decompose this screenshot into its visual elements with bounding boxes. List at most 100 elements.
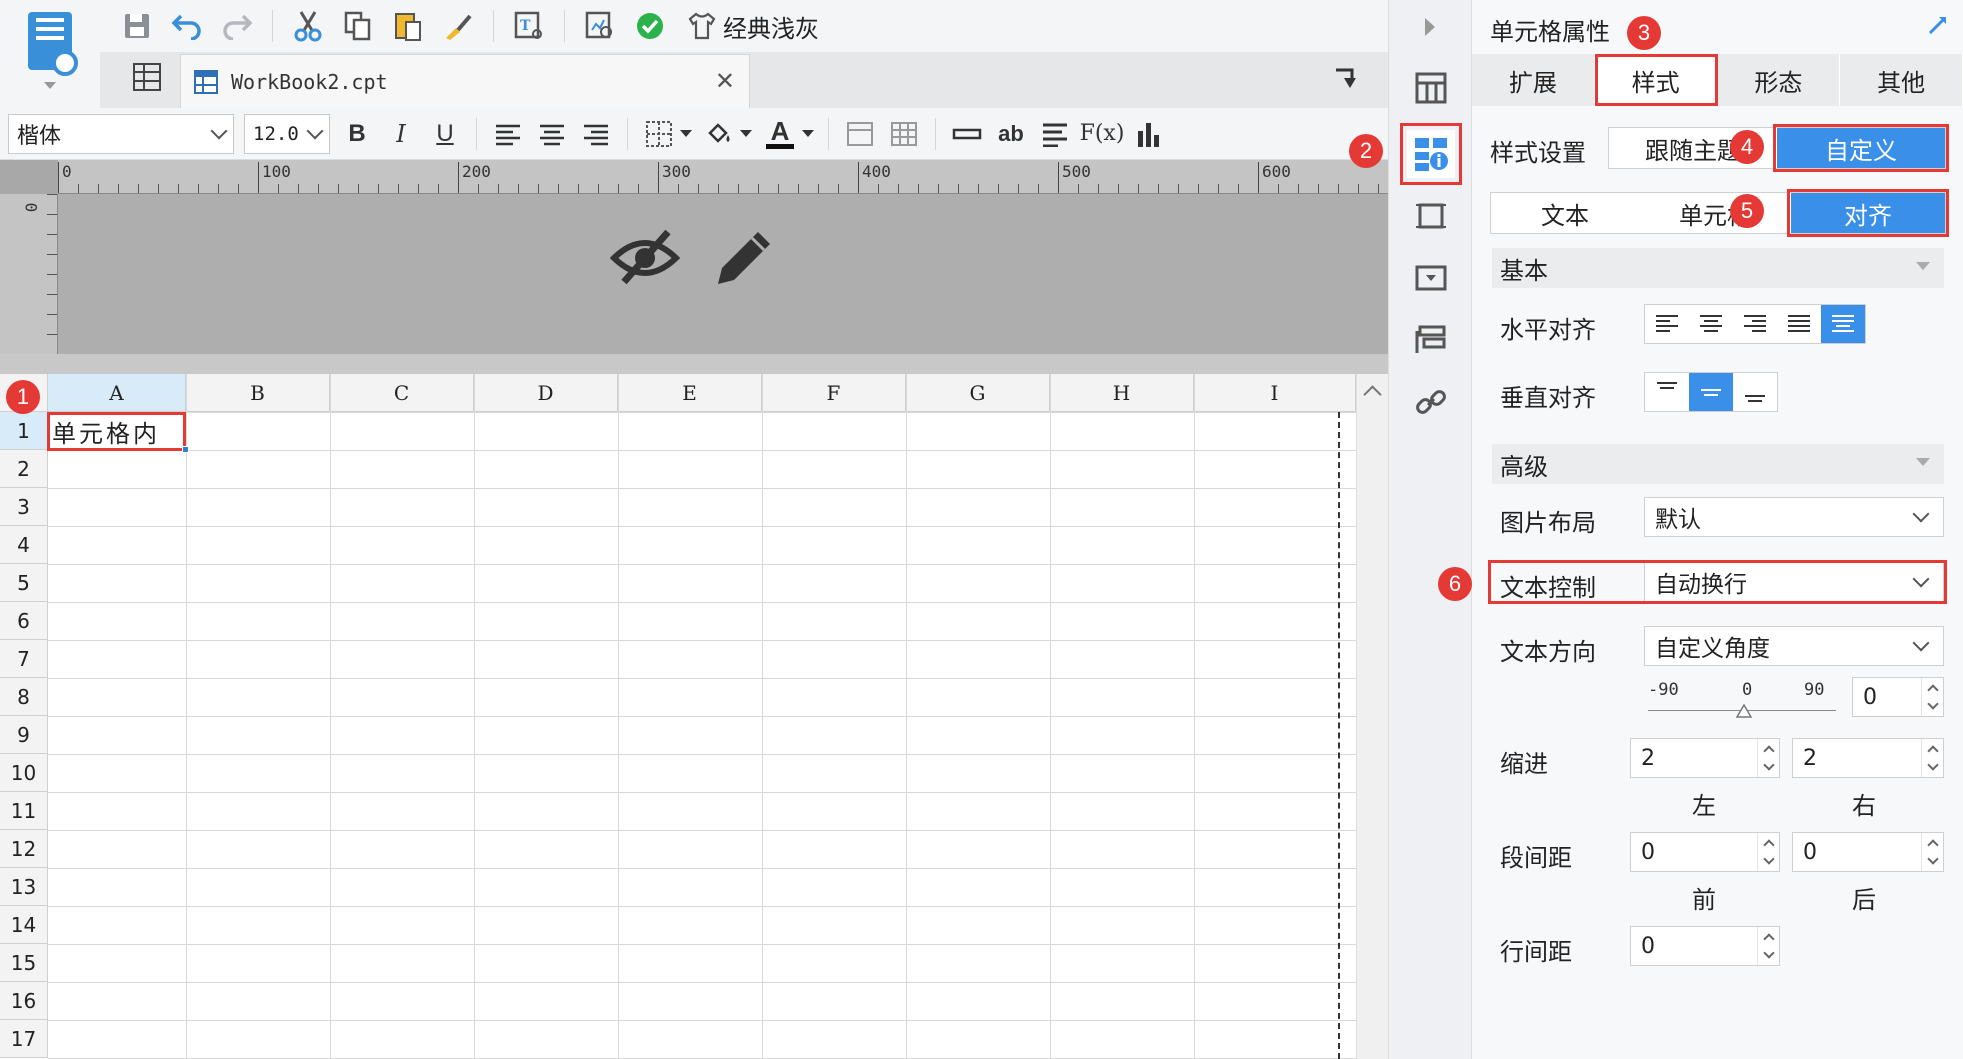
image-layout-select[interactable]: 默认	[1644, 497, 1944, 537]
caret-down-icon[interactable]	[44, 82, 56, 89]
close-icon[interactable]: ✕	[715, 67, 735, 95]
text-direction-select[interactable]: 自定义角度	[1644, 626, 1944, 666]
expand-arrow-icon[interactable]	[1425, 18, 1435, 36]
basic-section-header[interactable]: 基本	[1492, 248, 1944, 288]
subtab-cell[interactable]: 单元格	[1639, 193, 1791, 233]
insert-row-icon[interactable]	[950, 114, 984, 154]
row-header[interactable]: 13	[0, 868, 48, 906]
text-align-icon[interactable]	[1038, 114, 1072, 154]
row-header[interactable]: 17	[0, 1020, 48, 1058]
caret-down-icon[interactable]	[680, 130, 692, 137]
line-spacing-spinner[interactable]: 0	[1630, 926, 1780, 966]
collapse-panel-icon[interactable]	[1334, 68, 1360, 94]
redo-icon[interactable]	[218, 7, 256, 45]
column-header-a[interactable]: A	[48, 374, 186, 412]
subtab-text[interactable]: 文本	[1491, 193, 1639, 233]
sheet-list-icon[interactable]	[132, 62, 162, 96]
cell-properties-icon[interactable]	[1400, 123, 1462, 185]
row-header[interactable]: 6	[0, 602, 48, 640]
h-align-center-icon[interactable]	[1689, 305, 1733, 343]
spinner-arrows[interactable]	[1921, 833, 1943, 871]
row-header[interactable]: 2	[0, 450, 48, 488]
angle-slider-thumb[interactable]	[1736, 704, 1752, 718]
tab-workbook2[interactable]: WorkBook2.cpt ✕	[180, 54, 750, 108]
column-header-f[interactable]: F	[762, 374, 906, 412]
para-before-spinner[interactable]: 0	[1630, 832, 1780, 872]
tab-style[interactable]: 样式	[1594, 54, 1718, 106]
pencil-icon[interactable]	[710, 222, 780, 296]
vertical-scrollbar[interactable]	[1356, 374, 1388, 1059]
h-align-distributed-icon[interactable]	[1821, 305, 1865, 343]
italic-button[interactable]: I	[384, 114, 418, 154]
indent-right-spinner[interactable]: 2	[1792, 738, 1944, 778]
spinner-arrows[interactable]	[1757, 927, 1779, 965]
scroll-up-icon[interactable]	[1363, 385, 1382, 404]
spreadsheet-grid[interactable]: A B C D E F G H I 1 2 3 4 5 6 7 8 9 10 1…	[0, 374, 1388, 1059]
formula-button[interactable]: F(x)	[1080, 114, 1125, 154]
theme-button[interactable]: 经典浅灰	[681, 9, 825, 44]
custom-option[interactable]: 自定义	[1773, 124, 1949, 172]
row-header[interactable]: 3	[0, 488, 48, 526]
bold-button[interactable]: B	[340, 114, 374, 154]
save-icon[interactable]	[118, 7, 156, 45]
column-header-h[interactable]: H	[1050, 374, 1194, 412]
border-icon[interactable]	[642, 114, 676, 154]
cell-element-icon[interactable]	[1407, 192, 1455, 240]
wrap-text-button[interactable]: ab	[994, 114, 1028, 154]
spinner-arrows[interactable]	[1757, 739, 1779, 777]
text-color-button[interactable]: A	[762, 114, 798, 154]
row-header[interactable]: 1	[0, 412, 48, 450]
h-align-left-icon[interactable]	[1645, 305, 1689, 343]
cell-area[interactable]	[48, 412, 1356, 1059]
column-header-c[interactable]: C	[330, 374, 474, 412]
row-header[interactable]: 9	[0, 716, 48, 754]
v-align-middle-icon[interactable]	[1689, 373, 1733, 411]
condition-icon[interactable]	[1407, 316, 1455, 364]
split-cell-icon[interactable]	[887, 114, 921, 154]
chart-icon[interactable]	[1132, 114, 1166, 154]
row-header[interactable]: 7	[0, 640, 48, 678]
paste-icon[interactable]	[389, 7, 427, 45]
check-circle-icon[interactable]	[631, 7, 669, 45]
app-logo-icon[interactable]	[28, 12, 78, 76]
h-align-right-icon[interactable]	[1733, 305, 1777, 343]
font-name-select[interactable]: 楷体	[8, 113, 234, 154]
tab-form[interactable]: 形态	[1717, 54, 1841, 106]
template-icon[interactable]	[1407, 64, 1455, 112]
cut-icon[interactable]	[289, 7, 327, 45]
indent-left-spinner[interactable]: 2	[1630, 738, 1780, 778]
spinner-arrows[interactable]	[1921, 678, 1943, 716]
row-header[interactable]: 5	[0, 564, 48, 602]
column-header-e[interactable]: E	[618, 374, 762, 412]
spinner-arrows[interactable]	[1757, 833, 1779, 871]
row-header[interactable]: 14	[0, 906, 48, 944]
h-align-justify-icon[interactable]	[1777, 305, 1821, 343]
para-after-spinner[interactable]: 0	[1792, 832, 1944, 872]
copy-icon[interactable]	[339, 7, 377, 45]
row-header[interactable]: 16	[0, 982, 48, 1020]
underline-button[interactable]: U	[428, 114, 462, 154]
row-header[interactable]: 11	[0, 792, 48, 830]
fill-color-icon[interactable]	[702, 114, 736, 154]
eye-slash-icon[interactable]	[609, 222, 681, 296]
pin-icon[interactable]	[1927, 14, 1949, 40]
caret-down-icon[interactable]	[740, 130, 752, 137]
align-left-icon[interactable]	[491, 114, 525, 154]
hyperlink-icon[interactable]	[1407, 378, 1455, 426]
row-header[interactable]: 8	[0, 678, 48, 716]
fill-handle[interactable]	[182, 446, 189, 453]
row-header[interactable]: 10	[0, 754, 48, 792]
tab-other[interactable]: 其他	[1840, 54, 1963, 106]
tab-expand[interactable]: 扩展	[1472, 54, 1595, 106]
align-right-icon[interactable]	[579, 114, 613, 154]
spinner-arrows[interactable]	[1921, 739, 1943, 777]
column-header-b[interactable]: B	[186, 374, 330, 412]
text-box-icon[interactable]: T	[510, 7, 548, 45]
align-center-icon[interactable]	[535, 114, 569, 154]
widget-icon[interactable]	[1407, 254, 1455, 302]
advanced-section-header[interactable]: 高级	[1492, 444, 1944, 484]
caret-down-icon[interactable]	[802, 130, 814, 137]
row-header[interactable]: 15	[0, 944, 48, 982]
angle-spinner[interactable]: 0	[1852, 677, 1944, 717]
column-header-i[interactable]: I	[1194, 374, 1356, 412]
